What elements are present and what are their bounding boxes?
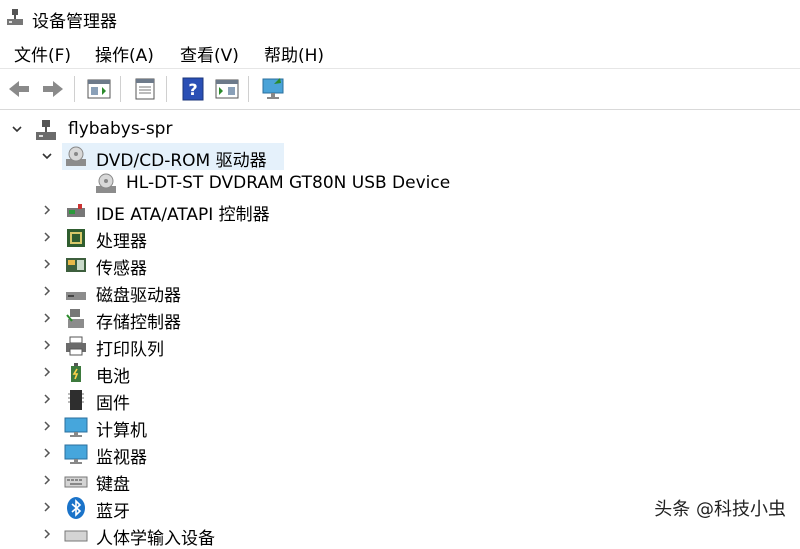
- tree-item-label: 存储控制器: [96, 313, 181, 333]
- tree-item-label: 计算机: [96, 421, 147, 441]
- tree-item-label: 固件: [96, 394, 130, 414]
- show-hide-console-tree-icon[interactable]: [86, 76, 112, 102]
- tree-item-dvd-cdrom[interactable]: DVD/CD-ROM 驱动器: [0, 143, 800, 171]
- chevron-right-icon[interactable]: [40, 392, 54, 406]
- menu-help[interactable]: 帮助(H): [264, 41, 324, 66]
- tree-item-label: 蓝牙: [96, 502, 130, 522]
- chevron-right-icon[interactable]: [40, 311, 54, 325]
- chevron-right-icon[interactable]: [40, 338, 54, 352]
- scan-hardware-icon[interactable]: [260, 76, 286, 102]
- tree-item-monitor[interactable]: 监视器: [0, 440, 800, 468]
- chevron-right-icon[interactable]: [40, 203, 54, 217]
- watermark: 头条 @科技小虫: [654, 499, 786, 520]
- tree-item-printer[interactable]: 打印队列: [0, 332, 800, 360]
- bluetooth-icon: [67, 497, 85, 519]
- chevron-right-icon[interactable]: [40, 257, 54, 271]
- optical-drive-icon: [66, 146, 86, 166]
- back-icon[interactable]: [6, 76, 32, 102]
- toolbar-separator: [166, 76, 167, 102]
- menu-file[interactable]: 文件(F): [14, 41, 71, 66]
- tree-root-label: flybabys-spr: [68, 119, 173, 139]
- chevron-right-icon[interactable]: [40, 527, 54, 541]
- toolbar-separator: [248, 76, 249, 102]
- chevron-right-icon[interactable]: [40, 230, 54, 244]
- tree-item-hid[interactable]: 人体学输入设备: [0, 521, 800, 549]
- tree-item-label: 键盘: [96, 475, 130, 495]
- optical-drive-icon: [96, 173, 116, 193]
- storage-controller-icon: [66, 309, 84, 328]
- chevron-down-icon[interactable]: [40, 149, 54, 163]
- help-icon[interactable]: ?: [180, 76, 206, 102]
- forward-icon[interactable]: [40, 76, 66, 102]
- chevron-down-icon[interactable]: [10, 122, 24, 136]
- toolbar-separator: [74, 76, 75, 102]
- processor-icon: [67, 229, 85, 247]
- device-tree: flybabys-spr DVD/CD-ROM 驱动器 HL-DT-ST DVD…: [0, 112, 800, 549]
- chevron-right-icon[interactable]: [40, 500, 54, 514]
- menu-view[interactable]: 查看(V): [180, 41, 239, 66]
- sensor-icon: [66, 258, 86, 272]
- firmware-icon: [68, 390, 84, 410]
- tree-item-dvd-device[interactable]: HL-DT-ST DVDRAM GT80N USB Device: [0, 170, 800, 197]
- tree-item-label: IDE ATA/ATAPI 控制器: [96, 205, 270, 225]
- chevron-right-icon[interactable]: [40, 419, 54, 433]
- tree-item-label: HL-DT-ST DVDRAM GT80N USB Device: [126, 173, 451, 193]
- tree-item-label: 人体学输入设备: [96, 529, 215, 549]
- battery-icon: [71, 363, 81, 382]
- tree-item-label: 传感器: [96, 259, 147, 279]
- svg-text:?: ?: [188, 80, 197, 99]
- chevron-right-icon[interactable]: [40, 473, 54, 487]
- tree-item-label: 打印队列: [96, 340, 164, 360]
- printer-icon: [66, 336, 86, 356]
- ide-controller-icon: [67, 204, 85, 217]
- tree-item-label: 磁盘驱动器: [96, 286, 181, 306]
- disk-drive-icon: [66, 292, 86, 300]
- menu-bar: 文件(F) 操作(A) 查看(V) 帮助(H): [0, 36, 800, 68]
- tree-item-disk[interactable]: 磁盘驱动器: [0, 278, 800, 306]
- tree-item-processor[interactable]: 处理器: [0, 224, 800, 252]
- device-manager-app-icon: [7, 9, 23, 25]
- chevron-right-icon[interactable]: [40, 446, 54, 460]
- tree-item-label: 电池: [96, 367, 130, 387]
- tree-item-storage[interactable]: 存储控制器: [0, 305, 800, 333]
- window-title: 设备管理器: [32, 12, 117, 32]
- tree-item-sensor[interactable]: 传感器: [0, 251, 800, 279]
- properties-icon[interactable]: [132, 76, 158, 102]
- tree-item-label: 监视器: [96, 448, 147, 468]
- tree-item-label: 处理器: [96, 232, 147, 252]
- tree-root[interactable]: flybabys-spr: [0, 116, 800, 143]
- chevron-right-icon[interactable]: [40, 284, 54, 298]
- tree-item-battery[interactable]: 电池: [0, 359, 800, 387]
- keyboard-icon: [64, 476, 88, 488]
- tree-item-firmware[interactable]: 固件: [0, 386, 800, 414]
- toolbar-separator: [120, 76, 121, 102]
- tree-item-ide[interactable]: IDE ATA/ATAPI 控制器: [0, 197, 800, 225]
- hid-icon: [64, 530, 88, 542]
- computer-icon: [64, 417, 88, 437]
- menu-action[interactable]: 操作(A): [95, 41, 154, 66]
- action-pane-icon[interactable]: [214, 76, 240, 102]
- chevron-right-icon[interactable]: [40, 365, 54, 379]
- tree-item-label: DVD/CD-ROM 驱动器: [96, 151, 267, 171]
- title-bar: 设备管理器: [0, 0, 800, 36]
- toolbar: ?: [0, 68, 800, 110]
- tree-item-computer[interactable]: 计算机: [0, 413, 800, 441]
- computer-network-icon: [36, 120, 56, 140]
- monitor-icon: [64, 444, 88, 464]
- tree-item-keyboard[interactable]: 键盘: [0, 467, 800, 495]
